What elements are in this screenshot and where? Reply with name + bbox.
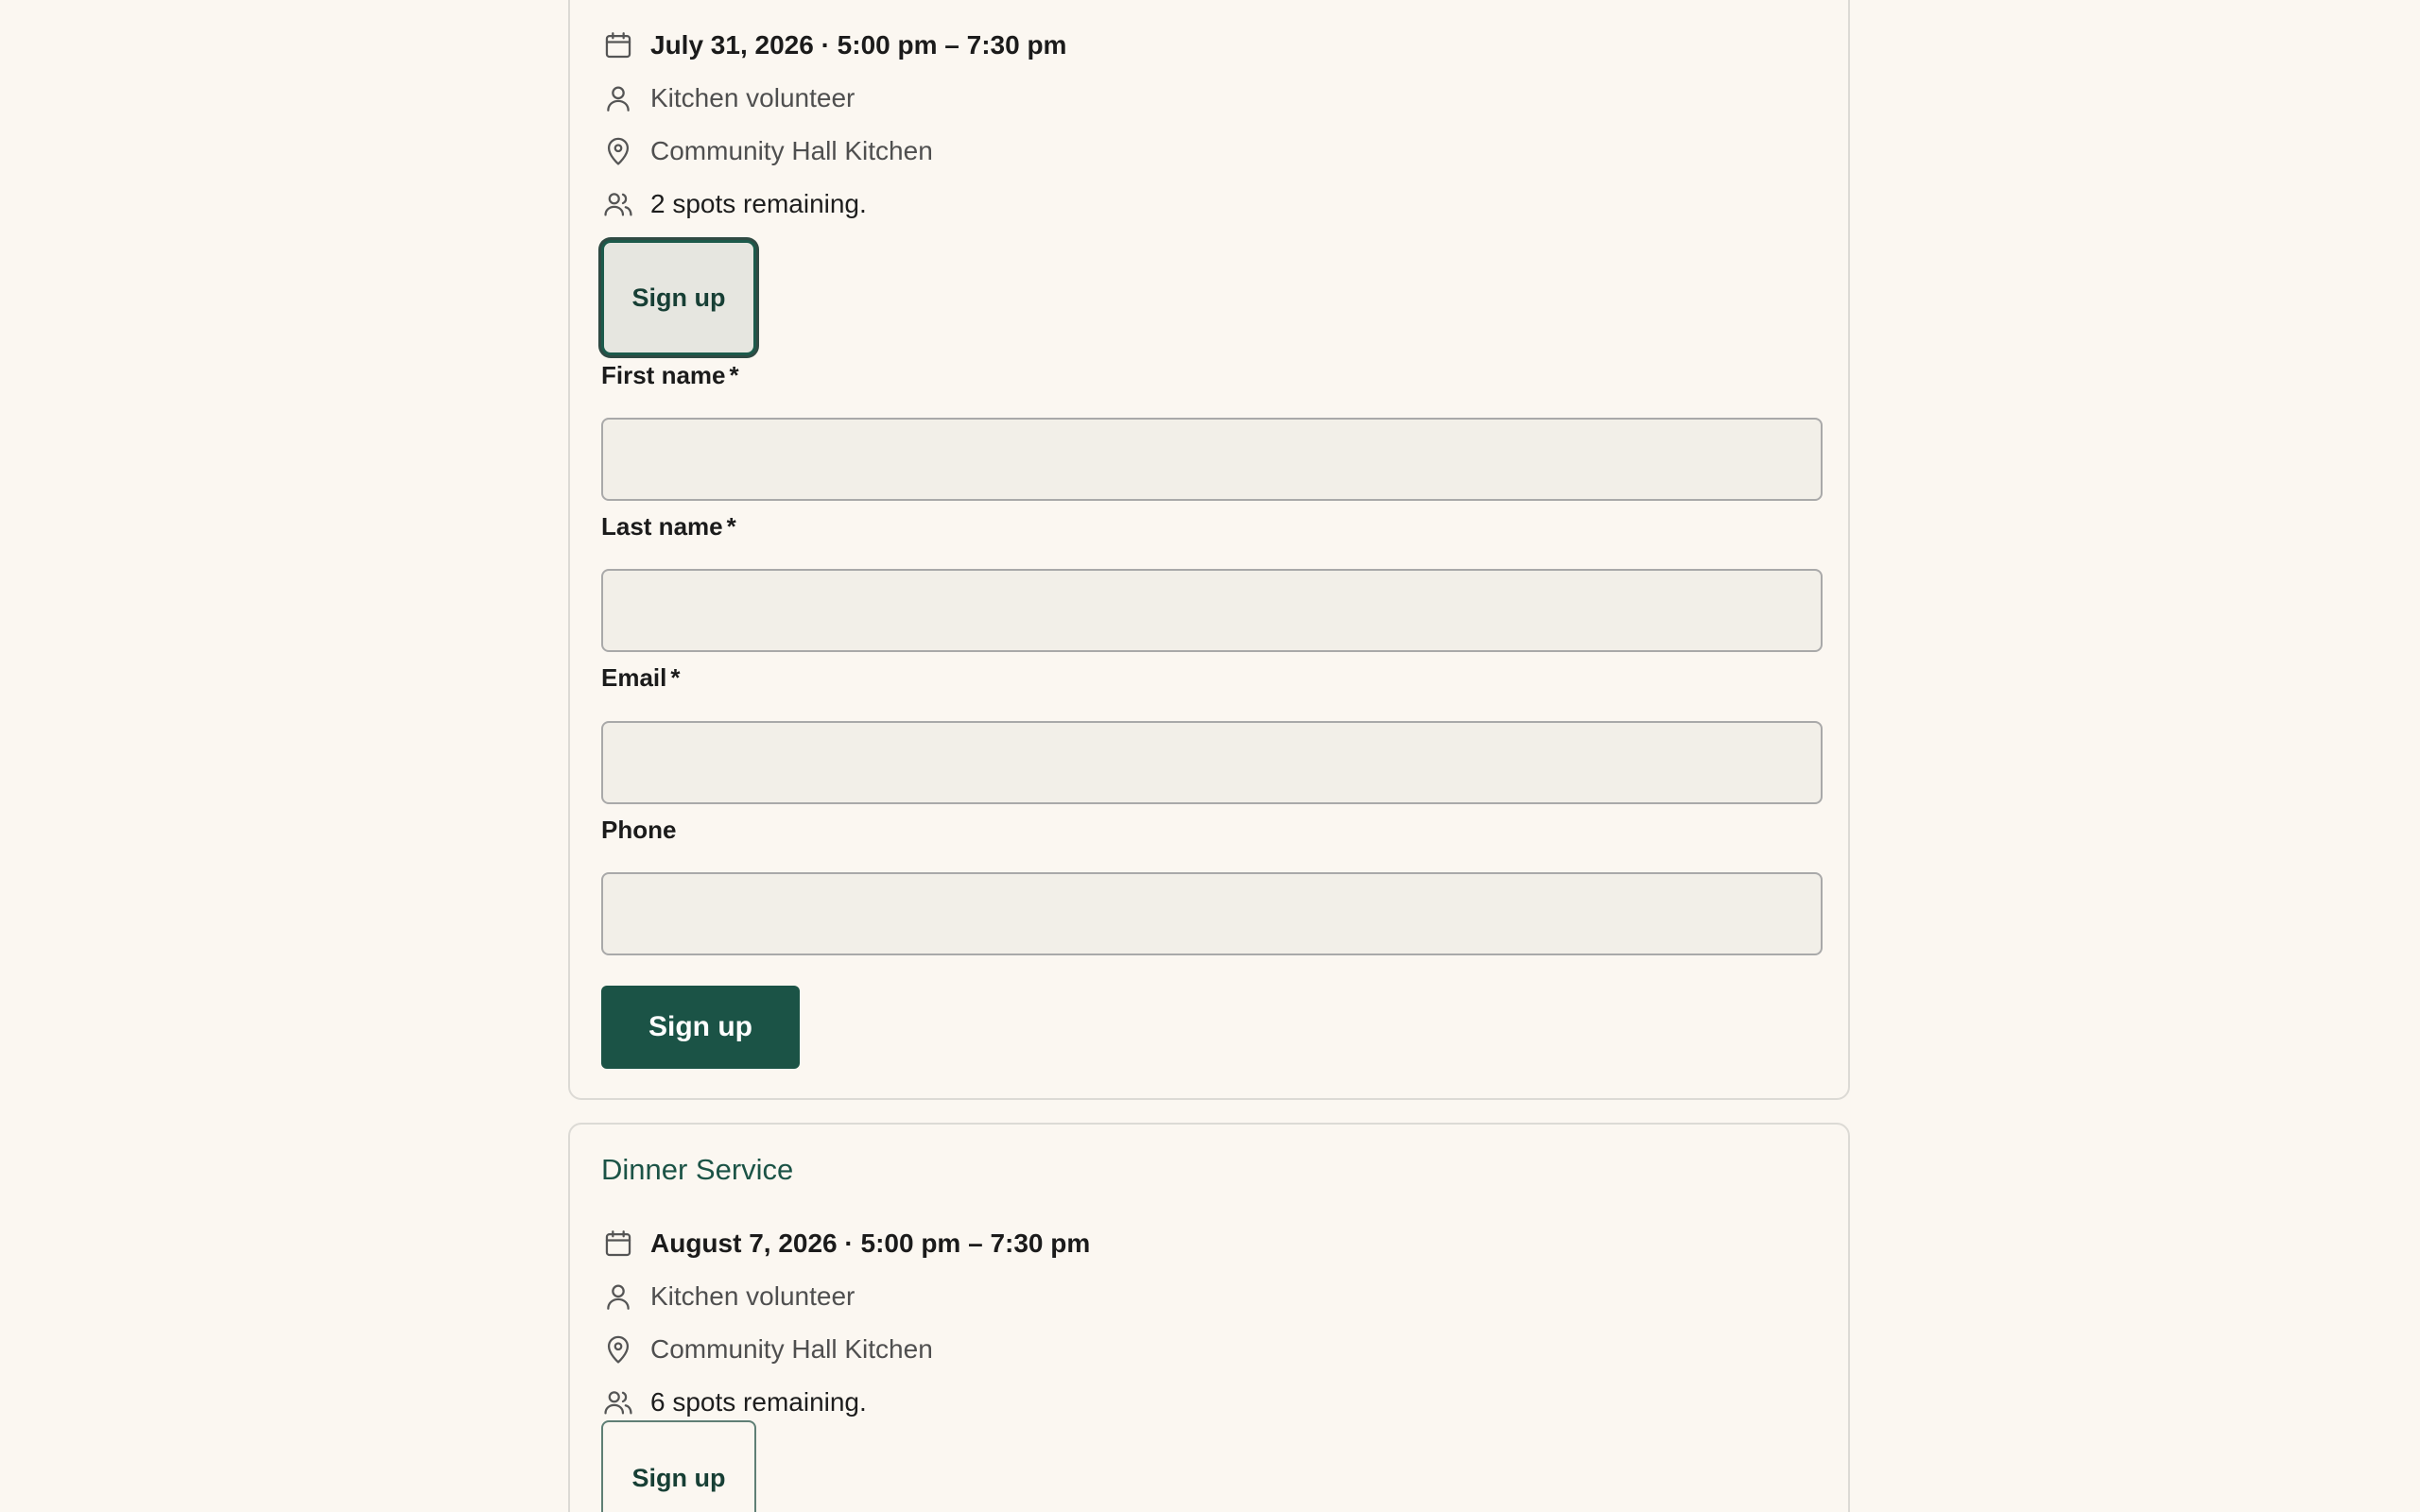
- shift-spots: 6 spots remaining.: [650, 1387, 867, 1417]
- email-label: Email *: [601, 663, 681, 693]
- sign-up-toggle-button[interactable]: Sign up: [601, 1420, 756, 1512]
- sign-up-toggle-button[interactable]: Sign up: [601, 240, 756, 355]
- last-name-label-text: Last name: [601, 512, 723, 541]
- shift-card: Dinner Service August 7, 2026 · 5:00 pm …: [568, 1123, 1850, 1512]
- shift-date-row: August 7, 2026 · 5:00 pm – 7:30 pm: [601, 1225, 1090, 1263]
- submit-sign-up-button[interactable]: Sign up: [601, 986, 800, 1069]
- calendar-icon: [601, 28, 635, 62]
- shift-title: Dinner Service: [601, 1153, 794, 1186]
- person-icon: [601, 1280, 635, 1314]
- shift-role: Kitchen volunteer: [650, 83, 856, 112]
- first-name-input[interactable]: [601, 418, 1823, 501]
- required-mark: *: [670, 663, 681, 692]
- last-name-input[interactable]: [601, 569, 1823, 652]
- shift-date-row: July 31, 2026 · 5:00 pm – 7:30 pm: [601, 26, 1066, 64]
- last-name-label: Last name *: [601, 512, 736, 541]
- shift-location-row: Community Hall Kitchen: [601, 1331, 933, 1368]
- required-mark: *: [729, 361, 739, 389]
- calendar-icon: [601, 1227, 635, 1261]
- phone-label-text: Phone: [601, 816, 677, 844]
- shift-role-row: Kitchen volunteer: [601, 1278, 855, 1315]
- shift-role-row: Kitchen volunteer: [601, 79, 855, 117]
- shift-card: July 31, 2026 · 5:00 pm – 7:30 pm Kitche…: [568, 0, 1850, 1100]
- page: July 31, 2026 · 5:00 pm – 7:30 pm Kitche…: [0, 0, 2420, 1512]
- email-input[interactable]: [601, 721, 1823, 804]
- location-pin-icon: [601, 134, 635, 168]
- location-pin-icon: [601, 1332, 635, 1366]
- shift-location: Community Hall Kitchen: [650, 1334, 933, 1364]
- email-label-text: Email: [601, 663, 667, 692]
- shift-spots: 2 spots remaining.: [650, 189, 867, 218]
- phone-input[interactable]: [601, 872, 1823, 955]
- first-name-label: First name *: [601, 361, 739, 390]
- phone-label: Phone: [601, 816, 676, 845]
- shift-role: Kitchen volunteer: [650, 1281, 856, 1311]
- person-icon: [601, 81, 635, 115]
- required-mark: *: [726, 512, 736, 541]
- shift-spots-row: 6 spots remaining.: [601, 1383, 867, 1421]
- people-icon: [601, 1385, 635, 1419]
- shift-spots-row: 2 spots remaining.: [601, 185, 867, 223]
- shift-date: August 7, 2026 · 5:00 pm – 7:30 pm: [650, 1228, 1091, 1258]
- shift-location: Community Hall Kitchen: [650, 136, 933, 165]
- shift-date: July 31, 2026 · 5:00 pm – 7:30 pm: [650, 30, 1067, 60]
- people-icon: [601, 187, 635, 221]
- shift-location-row: Community Hall Kitchen: [601, 132, 933, 170]
- first-name-label-text: First name: [601, 361, 726, 389]
